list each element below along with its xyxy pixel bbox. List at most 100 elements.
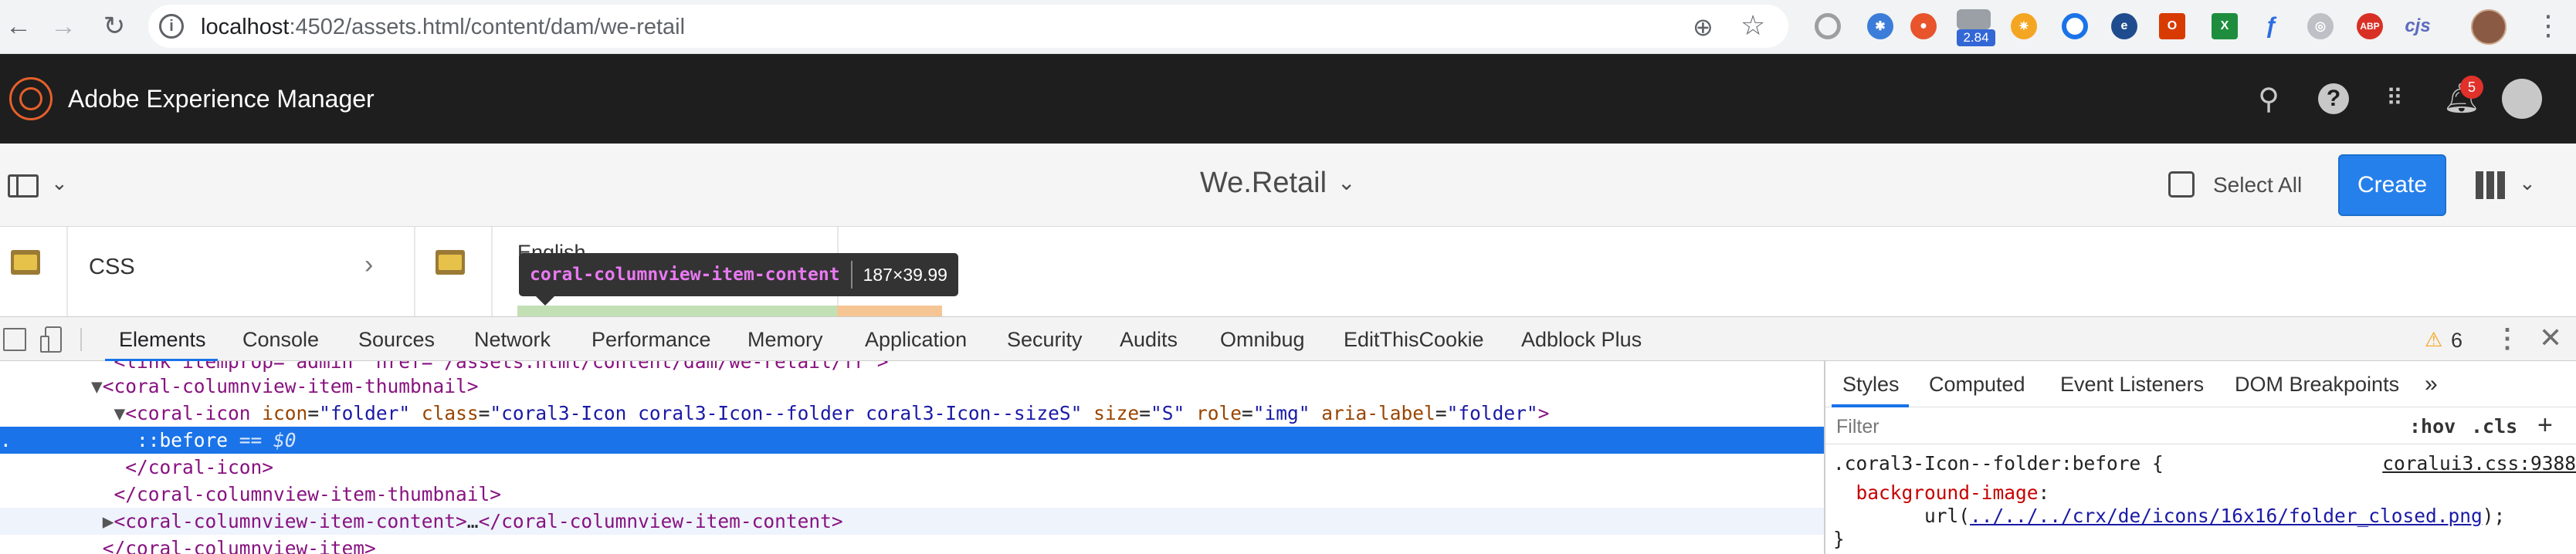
- chevron-right-icon[interactable]: ›: [364, 250, 373, 280]
- user-avatar[interactable]: [2502, 79, 2542, 119]
- active-tab-indicator: [1832, 404, 1909, 407]
- styles-filter-row: :hov .cls +: [1825, 409, 2576, 444]
- forward-icon[interactable]: →: [45, 8, 82, 45]
- notification-count-badge: 5: [2460, 76, 2483, 99]
- more-tabs-chevron-icon[interactable]: »: [2425, 361, 2438, 407]
- inspector-tooltip: coral-columnview-item-content 187×39.99: [519, 253, 958, 296]
- info-icon[interactable]: i: [159, 14, 184, 39]
- extension-e-icon[interactable]: e: [2111, 13, 2137, 39]
- extension-bug-icon[interactable]: ✱: [1867, 13, 1893, 39]
- extension-f-icon[interactable]: ƒ: [2258, 13, 2284, 39]
- folder-icon: [436, 250, 465, 275]
- warning-count[interactable]: 6: [2451, 329, 2462, 353]
- tab-security[interactable]: Security: [1007, 317, 1083, 362]
- chrome-menu-icon[interactable]: ⋮: [2534, 9, 2562, 42]
- tab-adblock-plus[interactable]: Adblock Plus: [1521, 317, 1642, 362]
- extension-adblock-icon[interactable]: ABP: [2357, 13, 2383, 39]
- profile-avatar[interactable]: [2471, 9, 2507, 45]
- device-toolbar-icon[interactable]: [40, 326, 63, 353]
- inspect-element-icon[interactable]: [3, 328, 26, 351]
- tab-event-listeners[interactable]: Event Listeners: [2060, 361, 2204, 407]
- css-property-name: background-image: [1856, 481, 2039, 504]
- tab-computed[interactable]: Computed: [1929, 361, 2025, 407]
- inspector-padding-overlay: [517, 306, 837, 316]
- title-chevron-down-icon[interactable]: ⌄: [1337, 170, 1355, 195]
- tab-omnibug[interactable]: Omnibug: [1220, 317, 1305, 362]
- tab-styles[interactable]: Styles: [1842, 361, 1900, 407]
- solutions-grid-icon[interactable]: ⠿: [2377, 80, 2414, 117]
- css-value-line[interactable]: url(../../../crx/de/icons/16x16/folder_c…: [1833, 505, 2505, 527]
- url-host: localhost: [201, 15, 290, 39]
- address-bar[interactable]: i localhost:4502/assets.html/content/dam…: [148, 5, 1788, 48]
- inspector-margin-overlay: [837, 306, 942, 316]
- extension-gear-icon[interactable]: ✷: [2011, 13, 2037, 39]
- hov-toggle-button[interactable]: :hov: [2409, 415, 2456, 437]
- select-all-checkbox[interactable]: [2168, 171, 2195, 198]
- column-view: CSS › English: [0, 227, 2576, 316]
- css-source-link[interactable]: coralui3.css:9388: [2382, 452, 2576, 475]
- rail-toggle-icon[interactable]: [8, 174, 39, 198]
- chevron-down-icon[interactable]: ⌄: [51, 171, 68, 195]
- back-icon[interactable]: ←: [0, 8, 37, 45]
- extension-badge: 2.84: [1957, 29, 1995, 46]
- extension-globe-icon[interactable]: ◎: [2307, 13, 2334, 39]
- css-selector[interactable]: .coral3-Icon--folder:before {: [1833, 452, 2164, 475]
- dom-node-line[interactable]: </coral-icon>: [0, 454, 1824, 481]
- reload-icon[interactable]: ↻: [96, 8, 133, 45]
- tab-network[interactable]: Network: [474, 317, 551, 362]
- extension-cjs-icon[interactable]: cjs: [2405, 13, 2431, 39]
- column-view-icon[interactable]: [2476, 171, 2507, 199]
- dom-node-line-selected[interactable]: . ::before == $0: [0, 427, 1824, 454]
- inspector-dimensions: 187×39.99: [863, 264, 947, 285]
- url-path: :4502/assets.html/content/dam/we-retail: [289, 15, 686, 39]
- css-property-line[interactable]: background-image:: [1833, 481, 2050, 504]
- styles-pane: Styles Computed Event Listeners DOM Brea…: [1825, 361, 2576, 554]
- bookmark-star-icon[interactable]: ☆: [1740, 9, 1765, 42]
- aem-global-header: Adobe Experience Manager ⚲ ? ⠿ 🔔︎ 5: [0, 54, 2576, 144]
- styles-filter-input[interactable]: [1835, 414, 2437, 440]
- tab-sources[interactable]: Sources: [358, 317, 435, 362]
- help-icon[interactable]: ?: [2318, 83, 2349, 114]
- url-text[interactable]: localhost:4502/assets.html/content/dam/w…: [201, 15, 685, 40]
- dom-node-line-hovered[interactable]: ▶<coral-columnview-item-content>…</coral…: [0, 508, 1824, 535]
- dom-node-line[interactable]: </coral-columnview-item-thumbnail>: [0, 481, 1824, 508]
- cls-toggle-button[interactable]: .cls: [2471, 415, 2517, 437]
- adobe-logo-icon[interactable]: [9, 77, 53, 120]
- warning-icon[interactable]: ⚠: [2425, 328, 2442, 352]
- css-closing-brace: }: [1833, 528, 1845, 550]
- view-chevron-down-icon[interactable]: ⌄: [2519, 171, 2536, 195]
- search-icon[interactable]: ⚲: [2250, 80, 2287, 117]
- add-style-rule-icon[interactable]: +: [2537, 410, 2553, 441]
- dom-node-line[interactable]: </coral-columnview-item>: [0, 535, 1824, 554]
- css-url-link[interactable]: ../../../crx/de/icons/16x16/folder_close…: [1970, 505, 2483, 527]
- tab-memory[interactable]: Memory: [747, 317, 823, 362]
- column-item-css[interactable]: CSS: [89, 255, 135, 280]
- dom-node-line[interactable]: ▼<coral-columnview-item-thumbnail>: [0, 373, 1824, 400]
- tab-dom-breakpoints[interactable]: DOM Breakpoints: [2235, 361, 2399, 407]
- elements-panel: <link itemprop="admin" href="/assets.htm…: [0, 361, 1824, 554]
- tab-elements[interactable]: Elements: [119, 317, 206, 362]
- folder-title[interactable]: We.Retail: [1200, 167, 1327, 200]
- action-bar: ⌄ We.Retail ⌄ Select All Create ⌄: [0, 144, 2576, 227]
- tab-audits[interactable]: Audits: [1120, 317, 1178, 362]
- extension-cookie-icon[interactable]: ●: [1910, 13, 1937, 39]
- browser-toolbar: ← → ↻ i localhost:4502/assets.html/conte…: [0, 0, 2576, 54]
- tab-console[interactable]: Console: [242, 317, 319, 362]
- tab-editthiscookie[interactable]: EditThisCookie: [1344, 317, 1484, 362]
- dom-node-line[interactable]: ▼<coral-icon icon="folder" class="coral3…: [0, 400, 1824, 427]
- devtools-close-icon[interactable]: ✕: [2539, 322, 2562, 354]
- extension-excel-icon[interactable]: X: [2212, 13, 2238, 39]
- tab-performance[interactable]: Performance: [591, 317, 711, 362]
- zoom-icon[interactable]: ⊕: [1693, 12, 1713, 42]
- tab-application[interactable]: Application: [865, 317, 967, 362]
- devtools-menu-icon[interactable]: ⋮: [2494, 323, 2520, 354]
- select-all-label[interactable]: Select All: [2213, 173, 2302, 198]
- devtools-tab-bar: Elements Console Sources Network Perform…: [0, 316, 2576, 362]
- product-title[interactable]: Adobe Experience Manager: [68, 85, 375, 113]
- extension-ring-icon[interactable]: [2062, 13, 2088, 39]
- extension-office-icon[interactable]: O: [2159, 13, 2185, 39]
- extension-circle-icon[interactable]: [1815, 13, 1841, 39]
- create-button[interactable]: Create: [2338, 154, 2446, 216]
- styles-tab-bar: Styles Computed Event Listeners DOM Brea…: [1825, 361, 2576, 407]
- extension-speed-icon[interactable]: [1957, 9, 1991, 29]
